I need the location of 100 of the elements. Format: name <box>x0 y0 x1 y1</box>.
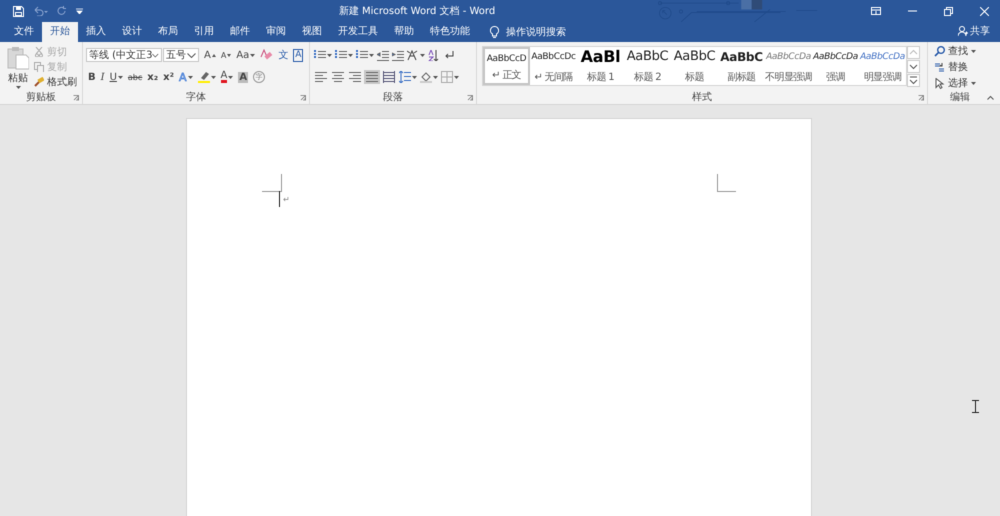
caret-icon <box>420 54 425 56</box>
italic-button[interactable]: I <box>98 70 107 84</box>
grow-font-button[interactable]: A <box>202 48 218 62</box>
increase-indent-button[interactable] <box>391 48 405 62</box>
clipboard-icon <box>7 46 29 70</box>
chevron-down-icon <box>187 52 196 58</box>
sort-button[interactable] <box>427 48 441 62</box>
ribbon-tab[interactable]: 视图 <box>294 22 330 42</box>
style-item[interactable]: AaBl 标题 1 <box>577 47 624 85</box>
bold-button[interactable]: B <box>86 70 98 84</box>
save-icon[interactable] <box>13 6 24 16</box>
undo-icon[interactable] <box>33 6 48 16</box>
customize-icon[interactable] <box>76 8 83 14</box>
crop-mark <box>717 174 736 192</box>
caret-icon <box>348 54 353 56</box>
ribbon-tab[interactable]: 设计 <box>114 22 150 42</box>
align-distributed-icon <box>383 71 395 83</box>
ribbon-tab[interactable]: 插入 <box>78 22 114 42</box>
gallery-down-icon[interactable] <box>907 60 920 73</box>
ribbon-tab[interactable]: 文件 <box>6 22 42 42</box>
magnifier-icon <box>934 46 945 56</box>
align-left-icon <box>315 71 327 83</box>
close-icon[interactable] <box>980 6 989 16</box>
person-icon <box>958 26 968 36</box>
ribbon-tab[interactable]: 开始 <box>42 22 78 42</box>
center-button[interactable] <box>330 70 346 84</box>
align-center-icon <box>332 71 344 83</box>
list-multilevel-icon <box>356 50 368 60</box>
style-item[interactable]: AaBbC 标题 <box>671 47 718 85</box>
ribbon-tab[interactable]: 帮助 <box>386 22 422 42</box>
chevron-down-icon <box>152 52 159 58</box>
style-item[interactable]: AaBbCcDa 强调 <box>812 47 859 85</box>
select-button[interactable]: 选择 <box>934 76 992 90</box>
shading-button[interactable] <box>419 70 439 84</box>
paragraph-mark: ↵ <box>283 195 290 204</box>
style-item[interactable]: AaBbCcDc ↵ 无间隔 <box>530 47 577 85</box>
paragraph-mark-icon <box>443 50 455 60</box>
minimize-icon[interactable] <box>908 10 917 12</box>
phonetic-guide-button[interactable]: 文 <box>276 48 290 62</box>
ribbon-tab[interactable]: 布局 <box>150 22 186 42</box>
change-case-button[interactable]: Aa <box>234 48 258 62</box>
underline-button[interactable]: U <box>108 70 125 84</box>
restore-icon[interactable] <box>944 6 953 16</box>
gallery-more-icon[interactable] <box>907 74 920 87</box>
caret-icon <box>16 86 20 89</box>
redo-icon[interactable] <box>57 6 67 16</box>
ribbon-tab[interactable]: 邮件 <box>222 22 258 42</box>
document-page[interactable]: ↵ <box>186 118 812 516</box>
distributed-button[interactable] <box>381 70 397 84</box>
paste-button[interactable]: 粘贴 <box>6 45 30 91</box>
tell-me-search-field[interactable]: 操作说明搜索 <box>506 26 586 38</box>
shrink-font-button[interactable]: A <box>218 48 234 62</box>
ribbon-display-icon[interactable] <box>871 7 881 15</box>
indent-icon <box>392 50 404 60</box>
list-bullets-icon <box>314 50 326 60</box>
style-item[interactable]: AaBbCcDa 明显强调 <box>859 47 906 85</box>
font-size-dropdown[interactable]: 五号 <box>163 48 199 62</box>
justify-button[interactable] <box>364 70 380 84</box>
collapse-ribbon-icon[interactable] <box>987 95 994 100</box>
paint-bucket-icon <box>420 71 432 83</box>
font-color-button[interactable]: A <box>218 70 236 84</box>
scissors-icon <box>34 47 44 57</box>
find-button[interactable]: 查找 <box>934 44 992 58</box>
clipboard-button[interactable]: 格式刷 <box>34 75 77 89</box>
ribbon-tab[interactable]: 引用 <box>186 22 222 42</box>
text-cursor-icon <box>972 400 979 413</box>
paintbrush-icon <box>34 77 44 87</box>
style-item[interactable]: AaBbCcD ↵ 正文 <box>483 47 530 85</box>
ribbon-tab[interactable]: 特色功能 <box>422 22 478 42</box>
dialog-launcher-icon[interactable] <box>73 95 79 101</box>
sort-icon <box>428 50 440 60</box>
character-border-button[interactable]: A <box>291 48 306 62</box>
share-button[interactable]: 共享 <box>958 24 990 38</box>
strikethrough-button[interactable]: abc <box>126 70 144 84</box>
style-item[interactable]: AaBbC 副标题 <box>718 47 765 85</box>
dialog-launcher-icon[interactable] <box>467 95 473 101</box>
caret-icon <box>327 54 332 56</box>
pointer-icon <box>934 78 945 88</box>
highlighter-icon <box>198 71 210 83</box>
character-shading-button[interactable]: A <box>236 70 250 84</box>
superscript-button[interactable]: x² <box>161 70 176 84</box>
line-spacing-button[interactable] <box>398 70 418 84</box>
highlight-button[interactable] <box>196 70 218 84</box>
copy-icon <box>34 62 44 72</box>
align-right-button[interactable] <box>347 70 363 84</box>
decrease-indent-button[interactable] <box>376 48 390 62</box>
style-item[interactable]: AaBbC 标题 2 <box>624 47 671 85</box>
align-left-button[interactable] <box>313 70 329 84</box>
dialog-launcher-icon[interactable] <box>918 95 924 101</box>
ribbon-tab[interactable]: 审阅 <box>258 22 294 42</box>
dialog-launcher-icon[interactable] <box>300 95 306 101</box>
eraser-icon <box>260 49 274 61</box>
caret-icon <box>454 76 459 78</box>
borders-button[interactable] <box>440 70 460 84</box>
ribbon-tab[interactable]: 开发工具 <box>330 22 386 42</box>
style-item[interactable]: AaBbCcDa 不明显强调 <box>765 47 812 85</box>
asian-layout-button[interactable] <box>406 48 426 62</box>
replace-button[interactable]: 替换 <box>934 60 992 74</box>
font-name-dropdown[interactable]: 等线 (中文正3 <box>86 48 162 62</box>
subscript-button[interactable]: x₂ <box>145 70 160 84</box>
